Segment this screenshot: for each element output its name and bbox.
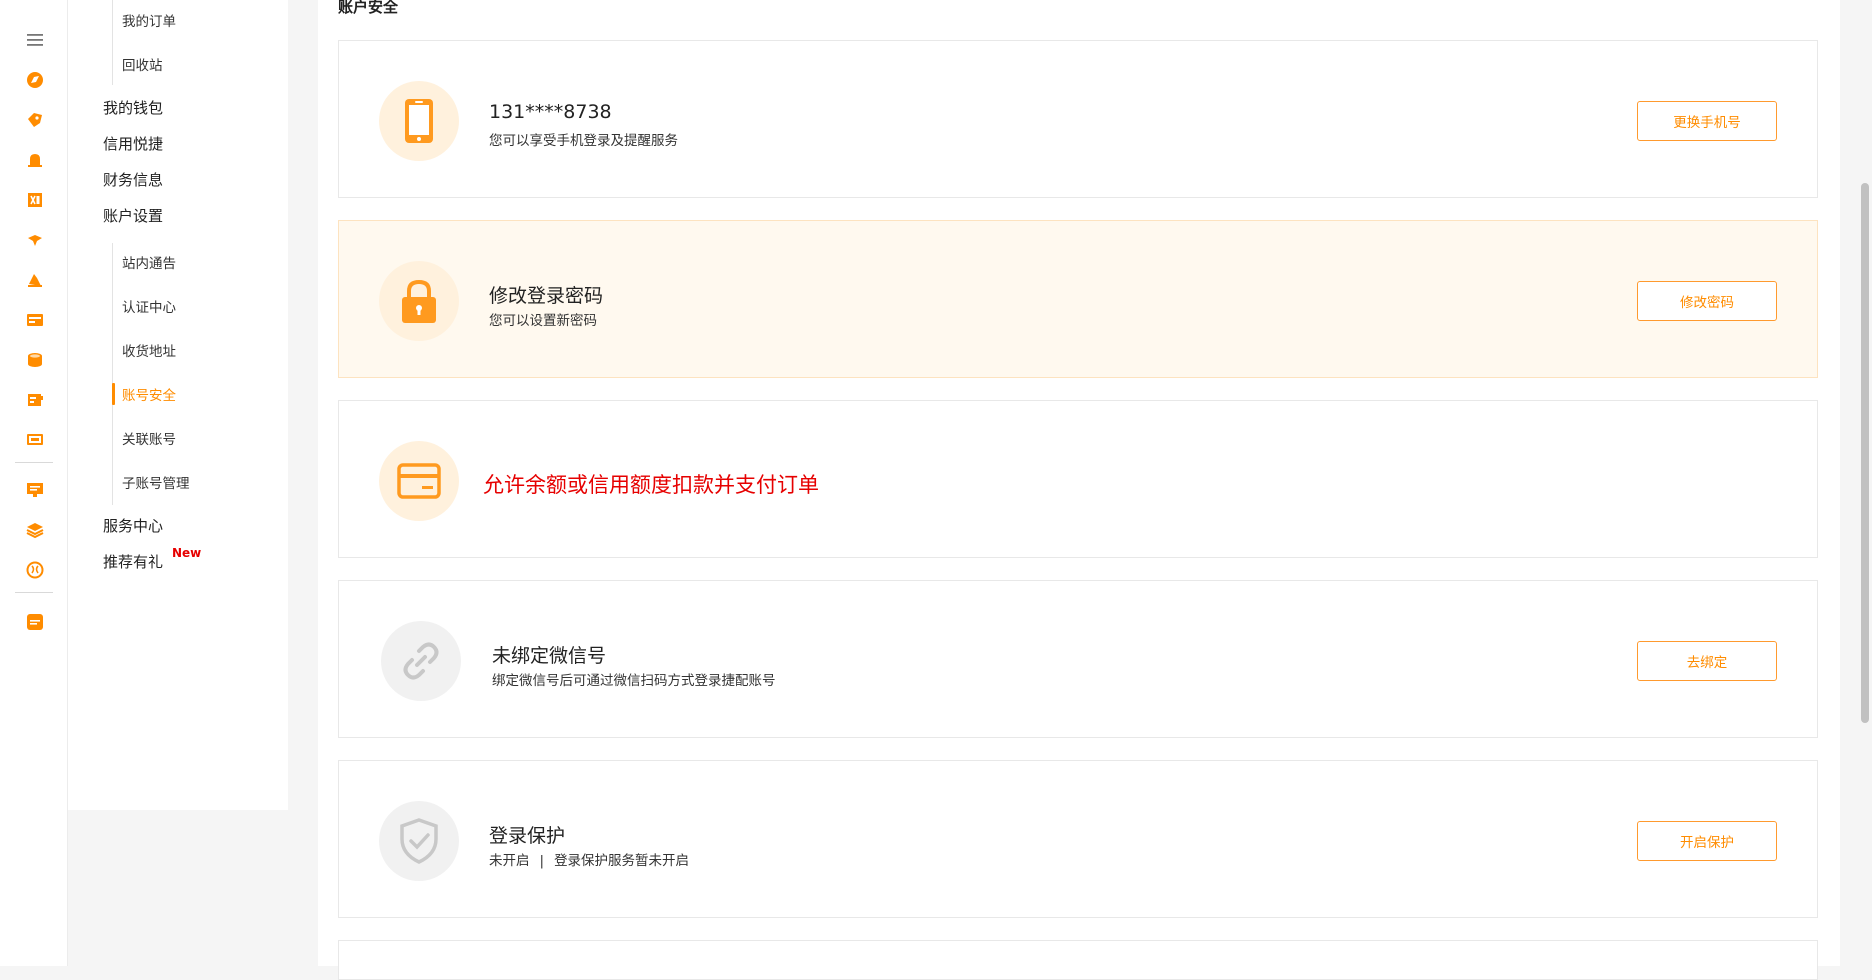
protect-status: 未开启 [489,853,530,869]
menu-item-finance[interactable]: 财务信息 [103,169,163,190]
new-badge: New [172,546,202,560]
menu-gap [288,0,318,966]
card-icon[interactable] [24,309,46,331]
chart-icon[interactable] [24,479,46,501]
menu-icon[interactable] [24,29,46,51]
menu-item-referral[interactable]: 推荐有礼 [103,551,163,572]
side-menu: 我的订单 回收站 我的钱包 信用悦捷 财务信息 账户设置 站内通告 认证中心 收… [68,0,288,810]
submenu-line [112,0,113,85]
lock-icon-wrap [379,261,459,341]
phone-icon-wrap [379,81,459,161]
link-icon-wrap [381,621,461,701]
icon-rail [0,0,68,966]
login-protect-card: 登录保护 未开启 | 登录保护服务暂未开启 开启保护 [338,760,1818,918]
next-card [338,940,1818,980]
coin-icon[interactable] [24,349,46,371]
change-phone-button[interactable]: 更换手机号 [1637,101,1777,141]
menu-item-linked[interactable]: 关联账号 [122,428,176,448]
balance-card: 允许余额或信用额度扣款并支付订单 [338,400,1818,558]
scrollbar-track[interactable] [1856,0,1872,966]
page-title: 账户安全 [338,0,399,16]
box-icon[interactable] [24,389,46,411]
password-desc: 您可以设置新密码 [489,313,597,329]
active-indicator [112,383,115,405]
phone-desc: 您可以享受手机登录及提醒服务 [489,133,678,149]
bell-icon[interactable] [24,149,46,171]
shield-icon-wrap [379,801,459,881]
monitor-icon[interactable] [24,429,46,451]
menu-item-auth[interactable]: 认证中心 [122,296,176,316]
menu-item-recycle[interactable]: 回收站 [122,54,163,74]
menu-item-service[interactable]: 服务中心 [103,515,163,536]
app-icon[interactable] [24,611,46,633]
enable-protect-button[interactable]: 开启保护 [1637,821,1777,861]
menu-item-account-settings[interactable]: 账户设置 [103,205,163,226]
wechat-title: 未绑定微信号 [492,645,607,667]
password-title: 修改登录密码 [489,285,604,307]
wechat-desc: 绑定微信号后可通过微信扫码方式登录捷配账号 [492,673,776,689]
discover-icon[interactable] [24,69,46,91]
scrollbar-thumb[interactable] [1861,183,1869,723]
menu-item-notice[interactable]: 站内通告 [122,252,176,272]
wallet-icon-wrap [379,441,459,521]
menu-item-credit[interactable]: 信用悦捷 [103,133,163,154]
bird-icon[interactable] [24,229,46,251]
wallet-icon [397,463,441,499]
password-card: 修改登录密码 您可以设置新密码 修改密码 [338,220,1818,378]
wechat-card: 未绑定微信号 绑定微信号后可通过微信扫码方式登录捷配账号 去绑定 [338,580,1818,738]
bucket-icon[interactable] [24,269,46,291]
lock-icon [402,279,436,323]
submenu-line [112,243,113,505]
rail-divider [15,592,53,593]
protect-desc: 登录保护服务暂未开启 [554,853,690,869]
separator: | [539,853,545,869]
shield-icon [400,818,438,864]
change-password-button[interactable]: 修改密码 [1637,281,1777,321]
rail-divider [15,462,53,463]
menu-item-orders[interactable]: 我的订单 [122,10,176,30]
excel-icon[interactable] [24,189,46,211]
tag-icon[interactable] [24,109,46,131]
bind-wechat-button[interactable]: 去绑定 [1637,641,1777,681]
balance-payment-text: 允许余额或信用额度扣款并支付订单 [483,473,819,497]
phone-card: 131****8738 您可以享受手机登录及提醒服务 更换手机号 [338,40,1818,198]
layers-icon[interactable] [24,519,46,541]
protect-title: 登录保护 [489,825,566,847]
phone-number: 131****8738 [489,101,612,123]
protect-desc-row: 未开启 | 登录保护服务暂未开启 [489,849,689,869]
phone-icon [405,99,433,143]
menu-item-security[interactable]: 账号安全 [122,384,176,404]
menu-item-wallet[interactable]: 我的钱包 [103,97,163,118]
link-icon [403,642,439,680]
brain-icon[interactable] [24,559,46,581]
menu-item-subaccount[interactable]: 子账号管理 [122,472,190,492]
menu-item-address[interactable]: 收货地址 [122,340,176,360]
main-content: 账户安全 131****8738 您可以享受手机登录及提醒服务 更换手机号 修改… [318,0,1840,980]
